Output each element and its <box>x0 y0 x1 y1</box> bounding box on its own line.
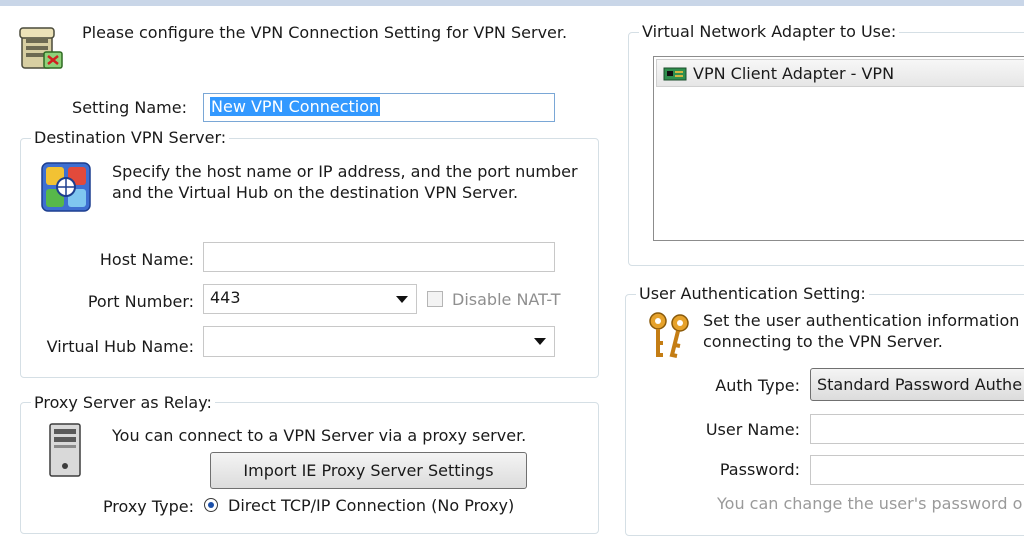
adapter-legend: Virtual Network Adapter to Use: <box>639 22 900 41</box>
server-config-icon <box>16 22 68 74</box>
virtual-hub-label: Virtual Hub Name: <box>46 337 194 356</box>
destination-description-1: Specify the host name or IP address, and… <box>112 162 578 181</box>
auth-type-label: Auth Type: <box>715 376 800 395</box>
adapter-list[interactable]: VPN Client Adapter - VPN <box>653 56 1024 241</box>
chevron-down-icon <box>396 296 408 303</box>
password-field[interactable] <box>810 455 1024 485</box>
proxy-legend: Proxy Server as Relay: <box>31 393 215 412</box>
network-card-icon <box>663 66 687 82</box>
auth-type-value: Standard Password Authe <box>817 375 1023 394</box>
destination-description-2: and the Virtual Hub on the destination V… <box>112 183 519 202</box>
window-top-edge <box>0 0 1024 6</box>
auth-type-combo[interactable]: Standard Password Authe <box>810 368 1024 401</box>
password-change-hint: You can change the user's password o <box>717 494 1023 513</box>
setting-name-label: Setting Name: <box>72 98 187 117</box>
computer-tower-icon <box>44 422 86 478</box>
adapter-item-label: VPN Client Adapter - VPN <box>693 64 895 83</box>
disable-nat-checkbox[interactable] <box>427 291 443 307</box>
network-globe-icon <box>40 161 92 213</box>
port-number-combo[interactable]: 443 <box>203 284 417 314</box>
virtual-hub-combo[interactable] <box>203 326 555 357</box>
port-number-value: 443 <box>210 288 241 307</box>
password-label: Password: <box>719 460 800 479</box>
port-number-label: Port Number: <box>87 292 194 311</box>
host-name-label: Host Name: <box>99 250 194 269</box>
auth-description-2: connecting to the VPN Server. <box>703 332 943 351</box>
intro-text: Please configure the VPN Connection Sett… <box>82 23 568 42</box>
adapter-list-item[interactable]: VPN Client Adapter - VPN <box>656 59 1024 87</box>
setting-name-value: New VPN Connection <box>210 97 381 116</box>
proxy-description: You can connect to a VPN Server via a pr… <box>112 426 527 445</box>
host-name-field[interactable] <box>203 242 555 272</box>
import-ie-proxy-button[interactable]: Import IE Proxy Server Settings <box>210 452 527 489</box>
proxy-type-label: Proxy Type: <box>102 497 194 516</box>
auth-legend: User Authentication Setting: <box>636 284 869 303</box>
user-name-label: User Name: <box>705 420 800 439</box>
proxy-type-direct-label: Direct TCP/IP Connection (No Proxy) <box>228 496 515 515</box>
proxy-type-direct-radio[interactable] <box>204 498 218 512</box>
setting-name-field[interactable]: New VPN Connection <box>203 93 555 122</box>
chevron-down-icon <box>534 338 546 345</box>
keys-icon <box>644 309 696 361</box>
disable-nat-label: Disable NAT-T <box>452 290 561 309</box>
auth-description-1: Set the user authentication information … <box>703 311 1024 330</box>
destination-legend: Destination VPN Server: <box>31 128 230 147</box>
user-name-field[interactable] <box>810 414 1024 444</box>
